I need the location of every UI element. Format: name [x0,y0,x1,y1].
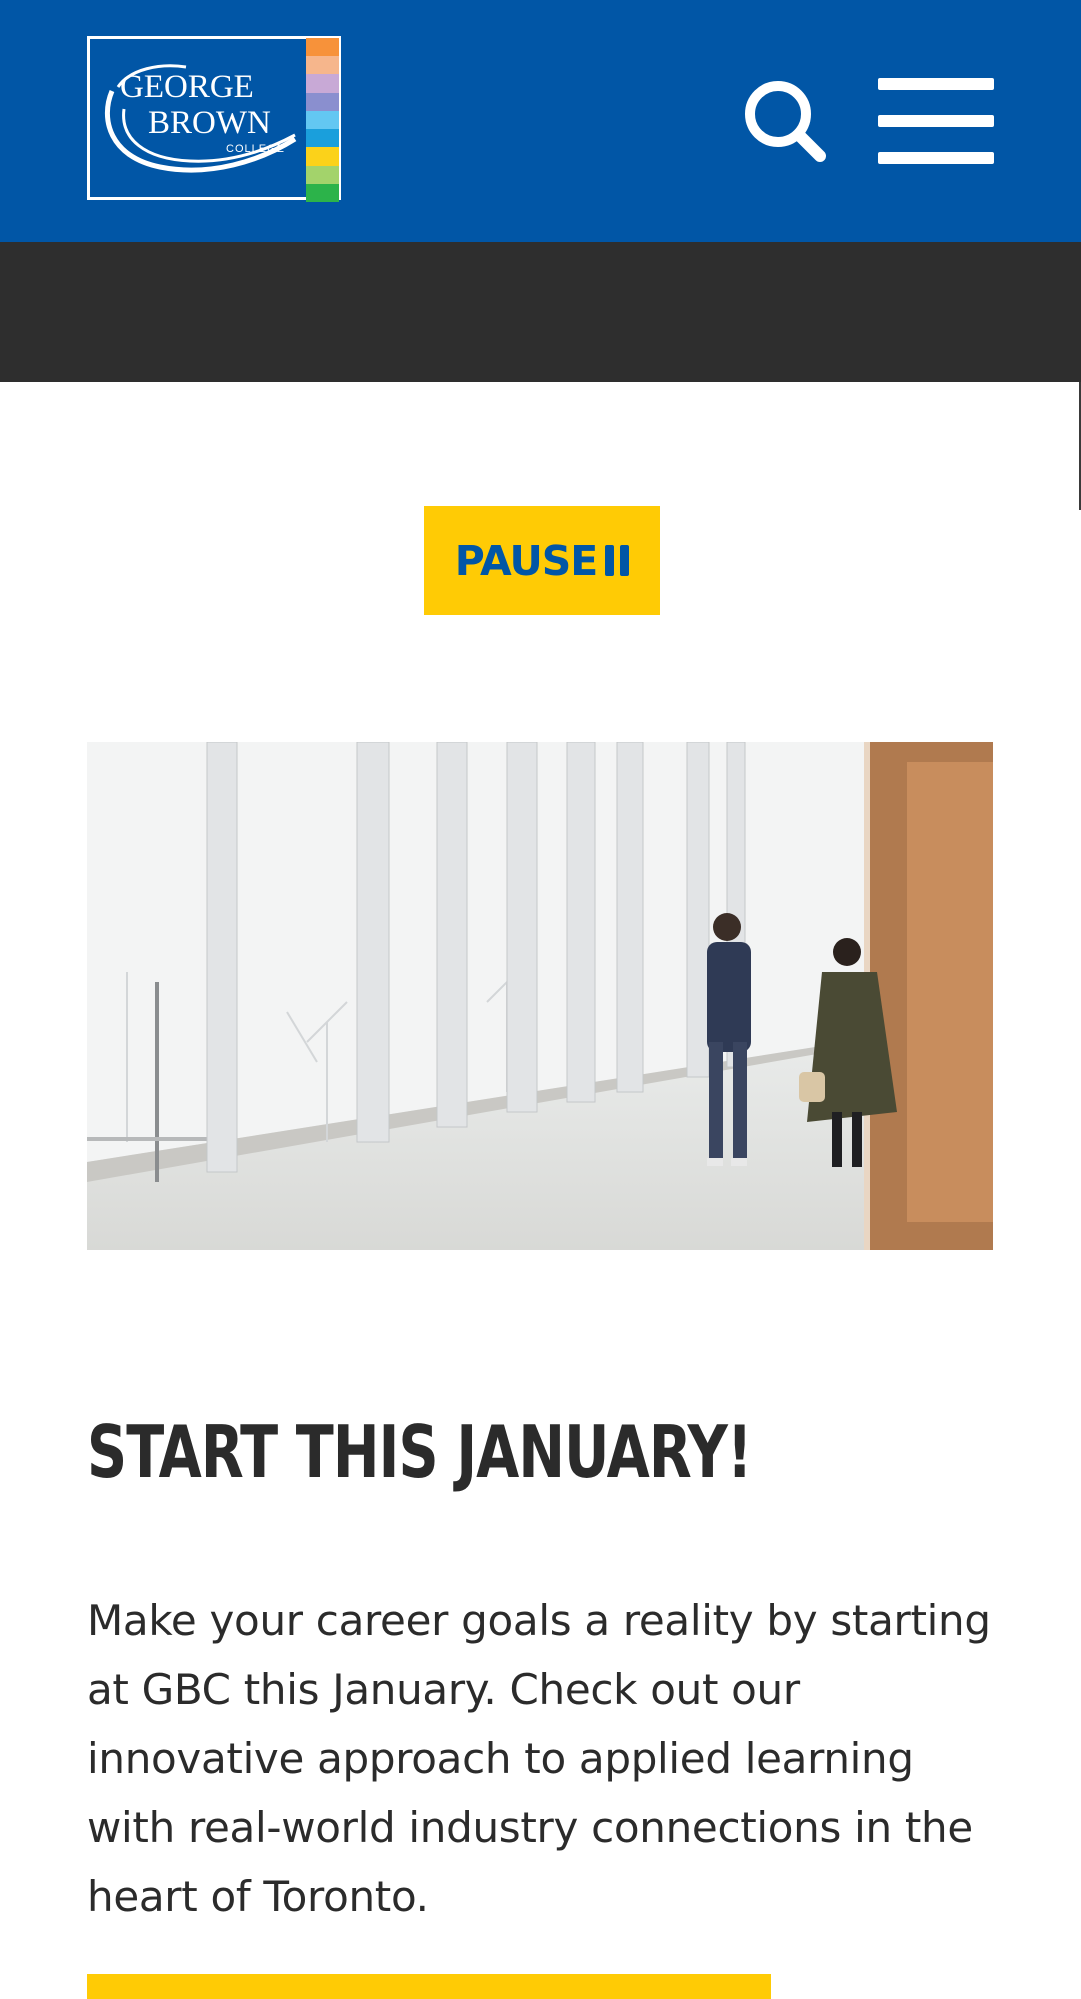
hamburger-menu-icon [878,115,994,127]
pause-icon [605,545,630,576]
search-icon [745,81,826,162]
hero-photo [87,742,993,1250]
college-logo[interactable]: GEORGE BROWN COLLEGE [87,36,341,202]
logo-text-brown: BROWN [148,105,271,141]
logo-stripe [306,92,339,111]
cta-button[interactable] [87,1974,771,1999]
logo-text-george: GEORGE [120,69,254,105]
logo-text-college: COLLEGE [226,143,285,155]
logo-stripe [306,165,339,184]
logo-color-stripes [306,38,339,202]
logo-stripe [306,129,339,148]
logo-stripe [306,38,339,57]
logo-stripe [306,74,339,93]
logo-stripe [306,110,339,130]
search-button[interactable] [740,76,830,166]
carousel-pause-button[interactable]: PAUSE [424,506,660,615]
hamburger-menu-icon [878,152,994,164]
logo-stripe [306,147,339,166]
hamburger-menu-icon [878,78,994,90]
dark-banner [0,242,1081,382]
pause-label: PAUSE [454,536,599,585]
logo-stripe [306,56,339,75]
page-heading: START THIS JANUARY! [87,1410,752,1494]
intro-paragraph: Make your career goals a reality by star… [87,1596,991,1921]
menu-button[interactable] [878,78,994,164]
site-header: GEORGE BROWN COLLEGE [0,0,1081,242]
logo-stripe [306,183,339,202]
hero-image [87,742,993,1250]
